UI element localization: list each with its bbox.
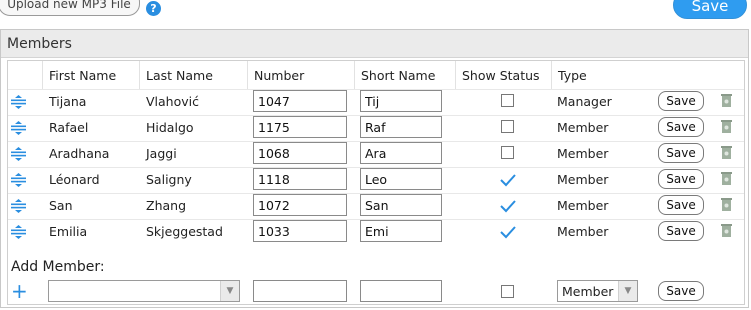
last-name-cell: Skjeggestad — [146, 224, 223, 239]
first-name-cell: San — [49, 198, 73, 213]
add-member-number-input[interactable] — [253, 280, 347, 302]
column-header-number: Number — [247, 61, 354, 89]
panel-header — [1, 30, 748, 58]
row-save-button[interactable]: Save — [658, 169, 704, 189]
last-name-cell: Saligny — [146, 172, 192, 187]
show-status-checkbox[interactable] — [501, 94, 514, 107]
short-name-input[interactable] — [360, 220, 442, 242]
row-save-button[interactable]: Save — [658, 221, 704, 241]
add-member-plus-icon[interactable]: + — [11, 281, 28, 301]
trash-icon[interactable] — [721, 171, 732, 185]
add-member-show-status-checkbox[interactable] — [501, 285, 514, 298]
row-save-button[interactable]: Save — [658, 195, 704, 215]
number-input[interactable] — [253, 116, 347, 138]
show-status-checkbox[interactable] — [501, 146, 514, 159]
add-member-type-value: Member — [562, 283, 614, 299]
panel-title: Members — [7, 36, 72, 52]
chevron-down-icon: ▼ — [220, 281, 239, 301]
type-cell: Manager — [557, 94, 612, 109]
number-input[interactable] — [253, 90, 347, 112]
number-input[interactable] — [253, 194, 347, 216]
number-input[interactable] — [253, 142, 347, 164]
upload-mp3-button[interactable]: Upload new MP3 File — [0, 0, 140, 16]
last-name-cell: Jaggi — [146, 146, 177, 161]
row-save-button[interactable]: Save — [658, 117, 704, 137]
add-member-name-select[interactable]: ▼ — [48, 280, 240, 302]
chevron-down-icon: ▼ — [618, 281, 637, 301]
row-save-button[interactable]: Save — [658, 91, 704, 111]
first-name-cell: Aradhana — [49, 146, 110, 161]
short-name-input[interactable] — [360, 168, 442, 190]
first-name-cell: Emilia — [49, 224, 88, 239]
trash-icon[interactable] — [721, 119, 732, 133]
type-cell: Member — [557, 120, 609, 135]
column-header-last-name: Last Name — [139, 61, 247, 89]
trash-icon[interactable] — [721, 223, 732, 237]
type-cell: Member — [557, 172, 609, 187]
short-name-input[interactable] — [360, 116, 442, 138]
last-name-cell: Hidalgo — [146, 120, 194, 135]
column-header-short-name: Short Name — [354, 61, 455, 89]
add-member-label: Add Member: — [11, 259, 105, 275]
last-name-cell: Zhang — [146, 198, 187, 213]
add-member-short-name-input[interactable] — [360, 280, 442, 302]
short-name-input[interactable] — [360, 194, 442, 216]
column-header-type: Type — [551, 61, 651, 89]
type-cell: Member — [557, 146, 609, 161]
drag-handle-icon[interactable] — [11, 225, 26, 239]
trash-icon[interactable] — [721, 93, 732, 107]
type-cell: Member — [557, 224, 609, 239]
drag-handle-icon[interactable] — [11, 199, 26, 213]
column-header-show-status: Show Status — [455, 61, 551, 89]
drag-handle-icon[interactable] — [11, 173, 26, 187]
first-name-cell: Rafael — [49, 120, 89, 135]
last-name-cell: Vlahović — [146, 94, 199, 109]
row-save-button[interactable]: Save — [658, 143, 704, 163]
show-status-checkbox[interactable] — [501, 120, 514, 133]
drag-handle-icon[interactable] — [11, 147, 26, 161]
short-name-input[interactable] — [360, 142, 442, 164]
number-input[interactable] — [253, 220, 347, 242]
number-input[interactable] — [253, 168, 347, 190]
drag-handle-icon[interactable] — [11, 121, 26, 135]
type-cell: Member — [557, 198, 609, 213]
column-header-first-name: First Name — [42, 61, 139, 89]
trash-icon[interactable] — [721, 145, 732, 159]
short-name-input[interactable] — [360, 90, 442, 112]
first-name-cell: Tijana — [49, 94, 87, 109]
trash-icon[interactable] — [721, 197, 732, 211]
first-name-cell: Léonard — [49, 172, 100, 187]
save-button[interactable]: Save — [673, 0, 747, 19]
show-status-checked-icon[interactable] — [500, 225, 516, 239]
show-status-checked-icon[interactable] — [500, 173, 516, 187]
help-icon[interactable]: ? — [146, 1, 161, 16]
drag-handle-icon[interactable] — [11, 95, 26, 109]
show-status-checked-icon[interactable] — [500, 199, 516, 213]
add-member-type-select[interactable]: Member ▼ — [557, 280, 638, 302]
add-member-save-button[interactable]: Save — [658, 281, 704, 301]
